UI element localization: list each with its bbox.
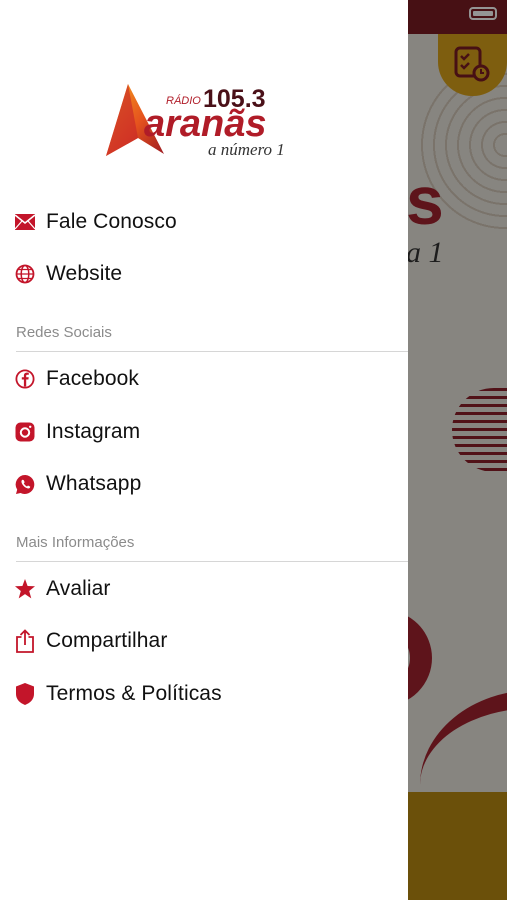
section-title-mais-informacoes: Mais Informações xyxy=(16,534,135,551)
svg-text:a número 1: a número 1 xyxy=(208,140,285,159)
whatsapp-icon xyxy=(14,473,36,495)
menu-item-termos-politicas[interactable]: Termos & Políticas xyxy=(0,670,408,718)
envelope-icon xyxy=(14,211,36,233)
menu-item-label: Facebook xyxy=(46,367,140,390)
svg-text:aranãs: aranãs xyxy=(144,103,267,145)
menu-item-label: Instagram xyxy=(46,420,141,443)
menu-item-label: Avaliar xyxy=(46,577,111,600)
instagram-icon xyxy=(14,421,36,443)
menu-item-label: Whatsapp xyxy=(46,472,142,495)
menu-item-fale-conosco[interactable]: Fale Conosco xyxy=(0,198,408,246)
menu-item-label: Website xyxy=(46,262,123,285)
facebook-icon xyxy=(14,368,36,390)
menu-item-instagram[interactable]: Instagram xyxy=(0,408,408,456)
logo-mark: RÁDIO 105.3 aranãs a número 1 xyxy=(106,84,285,159)
menu-item-whatsapp[interactable]: Whatsapp xyxy=(0,460,408,508)
menu-item-compartilhar[interactable]: Compartilhar xyxy=(0,617,408,665)
side-drawer: RÁDIO 105.3 aranãs a número 1 Fale Conos… xyxy=(0,0,408,900)
radio-logo: RÁDIO 105.3 aranãs a número 1 xyxy=(100,80,310,162)
star-icon xyxy=(14,578,36,600)
section-divider xyxy=(16,351,408,352)
menu-item-label: Compartilhar xyxy=(46,629,168,652)
menu-item-website[interactable]: Website xyxy=(0,250,408,298)
share-icon xyxy=(14,629,36,653)
menu-item-avaliar[interactable]: Avaliar xyxy=(0,565,408,613)
section-title-redes-sociais: Redes Sociais xyxy=(16,324,112,341)
globe-icon xyxy=(14,263,36,285)
shield-icon xyxy=(14,683,36,705)
menu-item-facebook[interactable]: Facebook xyxy=(0,355,408,403)
menu-item-label: Termos & Políticas xyxy=(46,682,222,705)
menu-item-label: Fale Conosco xyxy=(46,210,177,233)
section-divider xyxy=(16,561,408,562)
